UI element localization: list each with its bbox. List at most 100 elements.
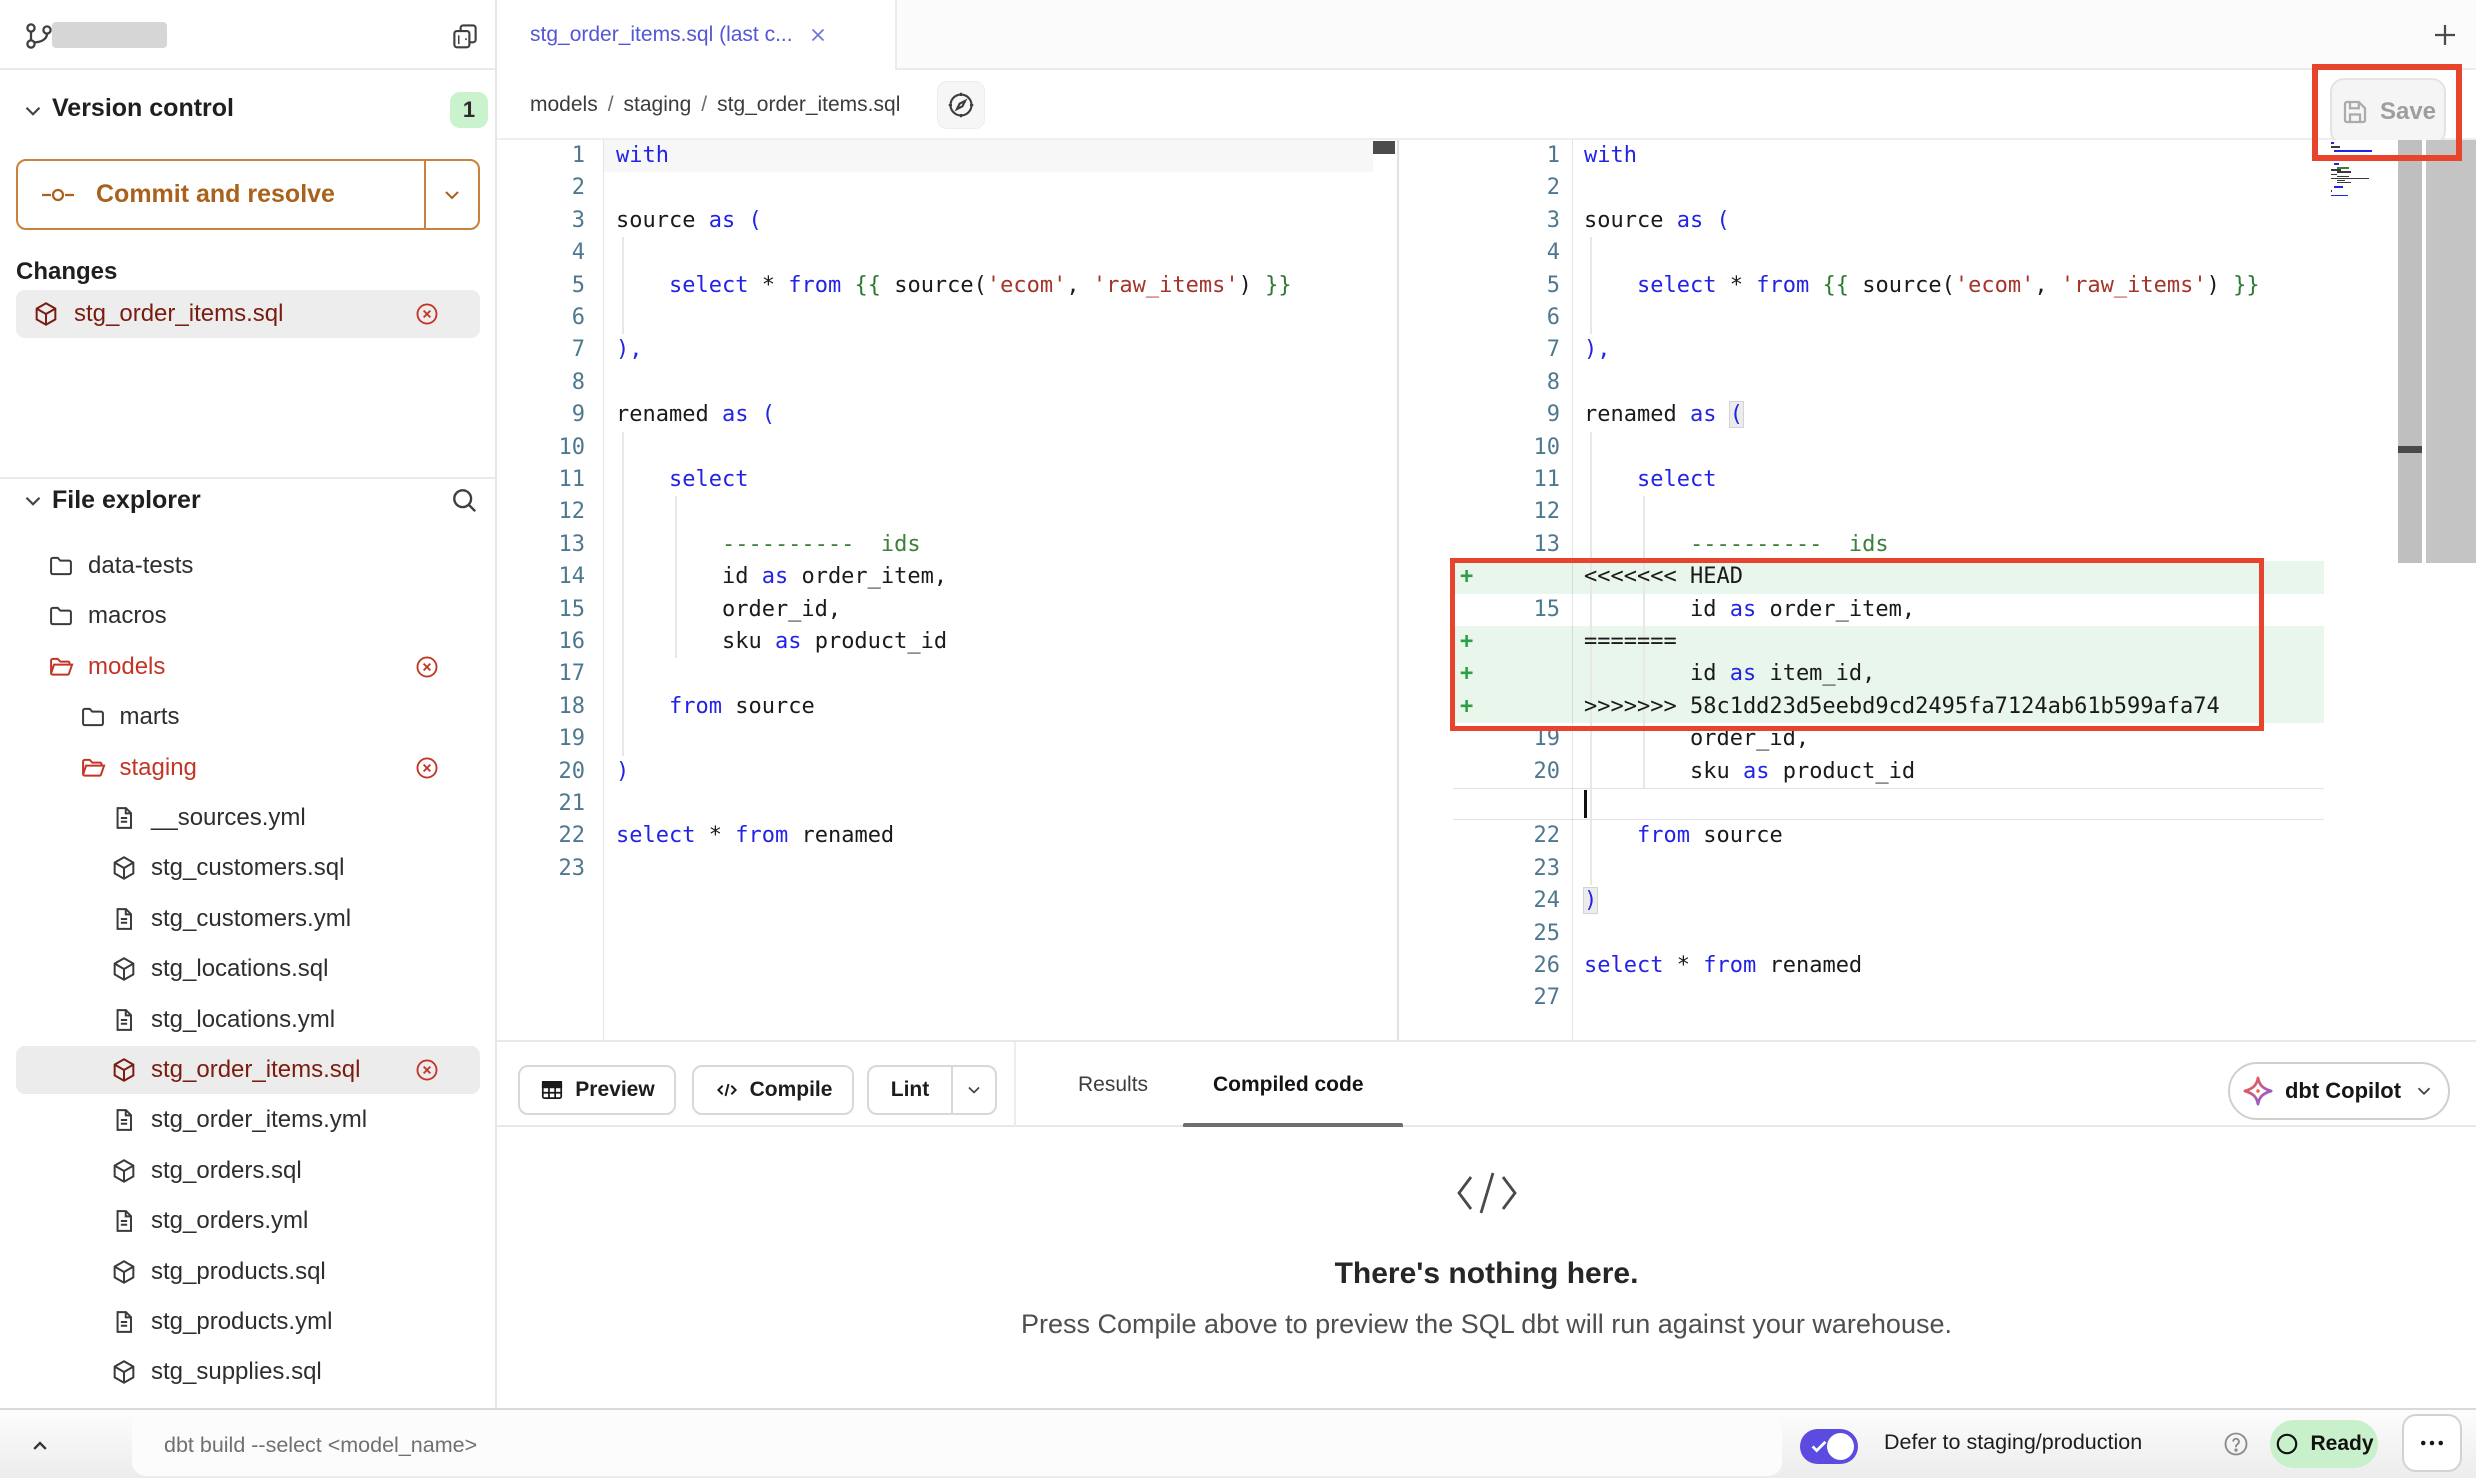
file-name: macros (88, 602, 167, 630)
discard-change-icon[interactable] (414, 301, 440, 327)
breadcrumb: models / staging / stg_order_items.sql (530, 70, 900, 140)
line-number: 9 (1480, 399, 1560, 431)
line-number: 6 (1480, 302, 1560, 334)
file-row-stg-locations-yml[interactable]: stg_locations.yml (16, 996, 480, 1044)
file-row-stg-customers-sql[interactable]: stg_customers.sql (16, 844, 480, 892)
status-badge: Ready (2270, 1420, 2378, 1468)
breadcrumb-file[interactable]: stg_order_items.sql (717, 93, 900, 117)
gutter-divider (1572, 140, 1573, 1040)
file-name: stg_products.yml (151, 1308, 332, 1336)
line-number: 24 (1480, 885, 1560, 917)
more-options-button[interactable] (2402, 1414, 2462, 1472)
discard-file-icon[interactable] (414, 1057, 440, 1083)
breadcrumb-staging[interactable]: staging (624, 93, 692, 117)
line-number: 3 (497, 205, 585, 237)
branch-name-placeholder (52, 22, 167, 48)
defer-label: Defer to staging/production (1884, 1430, 2142, 1455)
compile-button[interactable]: Compile (692, 1065, 854, 1115)
line-number: 15 (497, 594, 585, 626)
dbt-copilot-button[interactable]: dbt Copilot (2228, 1062, 2450, 1120)
line-number: 9 (497, 399, 585, 431)
file-row-marts[interactable]: marts (16, 693, 480, 741)
tab-label: stg_order_items.sql (last c... (530, 23, 793, 47)
file-row-stg-orders-sql[interactable]: stg_orders.sql (16, 1147, 480, 1195)
chevron-up-icon[interactable] (26, 1432, 54, 1460)
line-number: 27 (1480, 982, 1560, 1014)
defer-toggle[interactable] (1800, 1429, 1858, 1464)
discard-file-icon[interactable] (414, 654, 440, 680)
line-number: 13 (1480, 529, 1560, 561)
line-number: 4 (497, 237, 585, 269)
copilot-label: dbt Copilot (2285, 1078, 2401, 1104)
document-icon (110, 905, 138, 933)
minimap-line (2331, 174, 2337, 176)
tab-stg-order-items[interactable]: stg_order_items.sql (last c... (497, 0, 897, 70)
code-editor-split[interactable]: 1with23source as (45 select * from {{ so… (497, 140, 2476, 1040)
changes-heading: Changes (16, 258, 117, 286)
git-branch-icon[interactable] (23, 20, 55, 52)
version-control-chevron-icon[interactable] (20, 98, 46, 124)
lint-label: Lint (891, 1078, 929, 1102)
save-button[interactable]: Save (2330, 78, 2446, 145)
copy-icon[interactable] (450, 21, 480, 51)
save-label: Save (2380, 98, 2436, 126)
file-row-stg-order-items-sql[interactable]: stg_order_items.sql (16, 1046, 480, 1094)
file-row-stg-order-items-yml[interactable]: stg_order_items.yml (16, 1096, 480, 1144)
minimap-slider[interactable] (2398, 140, 2422, 563)
folder-icon (47, 602, 75, 630)
text-cursor (1584, 790, 1587, 818)
lint-button[interactable]: Lint (867, 1065, 997, 1115)
file-row--sources-yml[interactable]: __sources.yml (16, 794, 480, 842)
file-row-stg-locations-sql[interactable]: stg_locations.sql (16, 945, 480, 993)
line-number: 12 (1480, 496, 1560, 528)
diff-plus-marker: + (1460, 626, 1473, 658)
window-scrollbar[interactable] (2426, 140, 2476, 563)
copilot-sparkle-icon (2243, 1076, 2273, 1106)
commit-and-resolve-button[interactable]: Commit and resolve (16, 159, 480, 230)
left-scrollbar-thumb[interactable] (1373, 141, 1395, 154)
help-icon[interactable] (2222, 1430, 2250, 1458)
line-number: 19 (1480, 723, 1560, 755)
file-row-stg-products-yml[interactable]: stg_products.yml (16, 1298, 480, 1346)
file-row-stg-products-sql[interactable]: stg_products.sql (16, 1248, 480, 1296)
changes-file-row[interactable]: stg_order_items.sql (16, 290, 480, 338)
file-row-stg-orders-yml[interactable]: stg_orders.yml (16, 1197, 480, 1245)
file-row-data-tests[interactable]: data-tests (16, 542, 480, 590)
minimap-line (2331, 190, 2332, 192)
line-number: 18 (497, 691, 585, 723)
file-row-staging[interactable]: staging (16, 744, 480, 792)
minimap-line (2337, 171, 2351, 173)
file-explorer-chevron-icon[interactable] (20, 488, 46, 514)
discard-file-icon[interactable] (414, 755, 440, 781)
file-name: __sources.yml (151, 804, 306, 832)
line-number: 2 (1480, 172, 1560, 204)
ready-label: Ready (2310, 1432, 2373, 1456)
file-row-macros[interactable]: macros (16, 592, 480, 640)
document-icon (110, 1207, 138, 1235)
tab-results[interactable]: Results (1078, 1042, 1148, 1127)
lint-dropdown-chevron-icon[interactable] (951, 1067, 995, 1113)
file-row-models[interactable]: models (16, 643, 480, 691)
tab-compiled-code[interactable]: Compiled code (1213, 1042, 1364, 1127)
empty-state-title: There's nothing here. (497, 1257, 2476, 1291)
document-icon (110, 1106, 138, 1134)
sidebar: Version control 1 Commit and resolve Cha… (0, 0, 497, 1408)
file-row-stg-customers-yml[interactable]: stg_customers.yml (16, 895, 480, 943)
minimap-slider-thumb[interactable] (2398, 446, 2422, 453)
file-name: stg_customers.sql (151, 854, 344, 882)
diff-plus-marker: + (1460, 691, 1473, 723)
new-tab-plus-icon[interactable] (2422, 12, 2468, 58)
breadcrumb-models[interactable]: models (530, 93, 598, 117)
lineage-compass-icon[interactable] (937, 81, 985, 129)
commit-dropdown-chevron-icon[interactable] (424, 161, 478, 228)
line-number: 2 (497, 172, 585, 204)
line-number: 22 (497, 820, 585, 852)
preview-button[interactable]: Preview (518, 1065, 676, 1115)
line-number: 3 (1480, 205, 1560, 237)
search-icon[interactable] (448, 484, 480, 516)
file-row-stg-supplies-sql[interactable]: stg_supplies.sql (16, 1348, 480, 1396)
command-input[interactable] (132, 1414, 1782, 1476)
code-line: ---------- ids (1584, 529, 1889, 561)
compile-label: Compile (750, 1078, 833, 1102)
tab-close-icon[interactable] (807, 24, 829, 46)
